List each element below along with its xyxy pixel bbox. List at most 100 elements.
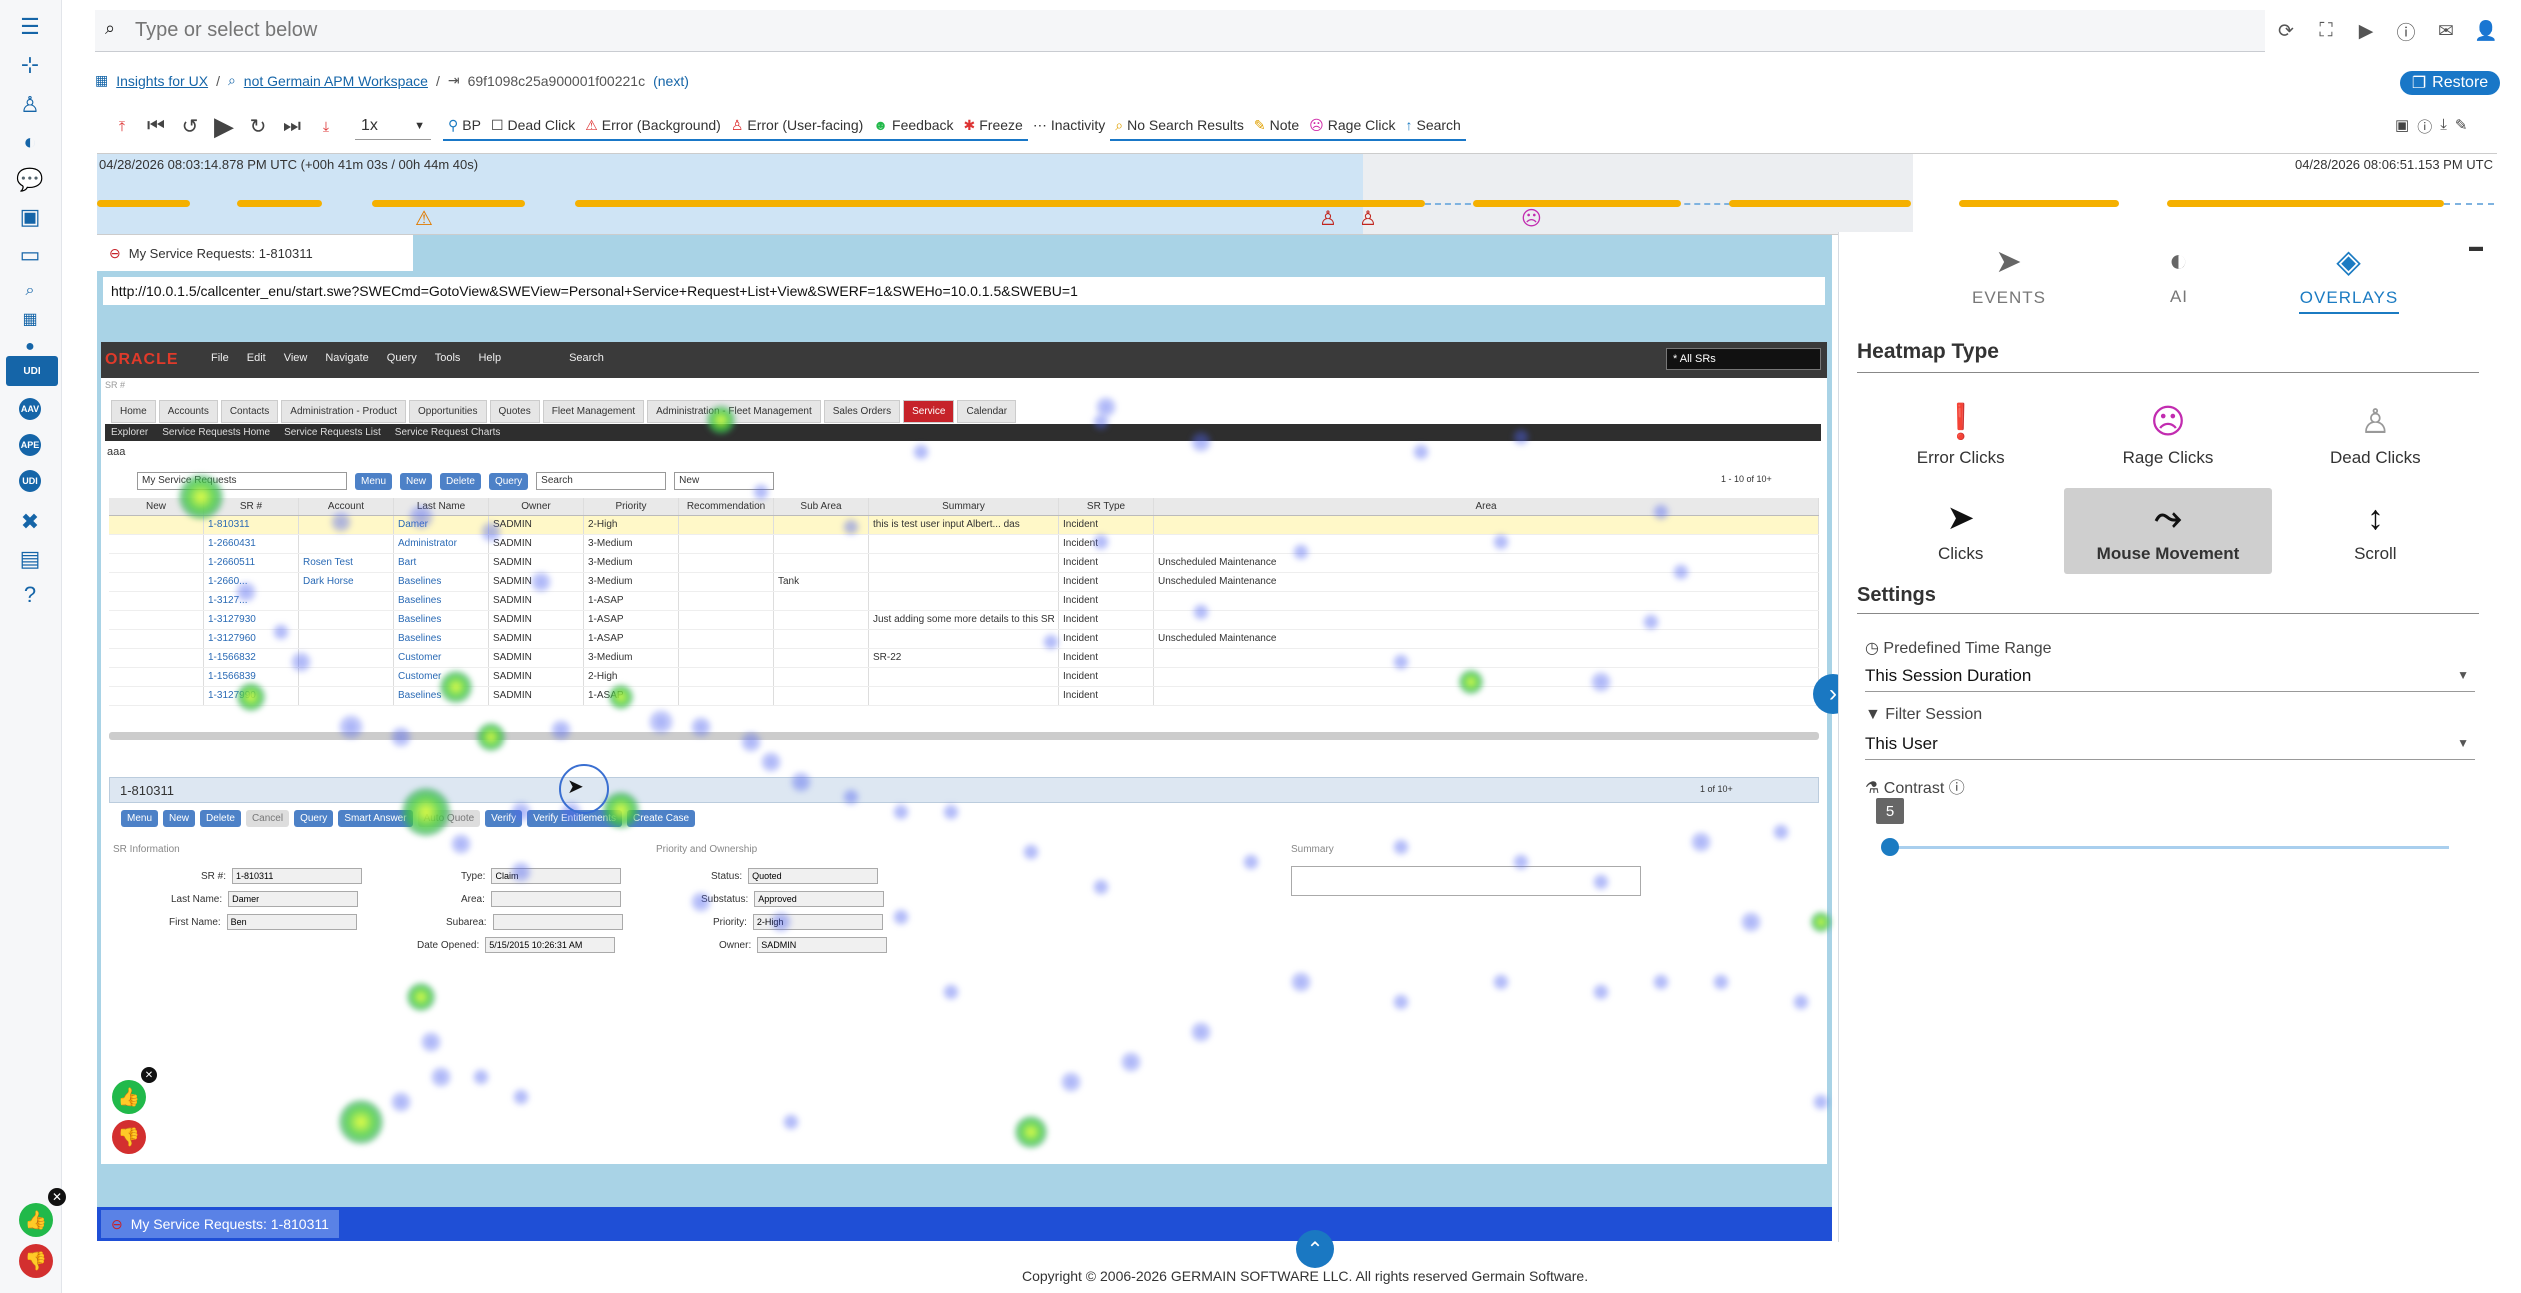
minimize-icon[interactable]: ▬ — [2469, 238, 2483, 254]
forward-icon[interactable]: ↻ — [241, 111, 275, 141]
breadcrumb-insights[interactable]: Insights for UX — [116, 73, 208, 89]
heatmap-rage-clicks[interactable]: ☹ Rage Clicks — [2064, 392, 2271, 478]
play-circle-icon[interactable]: ▶ — [2350, 16, 2382, 46]
inbox-icon[interactable]: ✉ — [2430, 16, 2462, 46]
table-row[interactable]: 1-1566839 Customer SADMIN 2-High Incident — [109, 668, 1819, 687]
table-row[interactable]: 1-810311 Damer SADMIN 2-High this is test us… — [109, 516, 1819, 535]
filter-error-background[interactable]: ⚠ Error (Background) — [580, 111, 726, 141]
close-icon[interactable]: ✕ — [48, 1188, 66, 1206]
table-cell: SADMIN — [489, 516, 584, 534]
user-error-icon[interactable]: ♙ — [1359, 206, 1377, 231]
heatmap-scroll[interactable]: ↕ Scroll — [2272, 488, 2479, 574]
download-icon[interactable]: ⤓ — [2440, 116, 2447, 137]
brain-icon[interactable]: ◐ — [13, 125, 47, 159]
table-row[interactable]: 1-3127930 Baselines SADMIN 1-ASAP Just addin… — [109, 611, 1819, 630]
filter-feedback[interactable]: ☻ Feedback — [868, 111, 959, 141]
table-row[interactable]: 1-2660511 Rosen Test Bart SADMIN 3-Medium Inc… — [109, 554, 1819, 573]
table-row[interactable]: 1-3127990 Baselines SADMIN 1-ASAP Incident — [109, 687, 1819, 706]
user-flow-icon[interactable]: ♙ — [13, 88, 47, 122]
refresh-icon[interactable]: ⟳ — [2270, 16, 2302, 46]
filter-no-search-results[interactable]: ⌕ No Search Results — [1110, 111, 1249, 141]
close-icon[interactable]: ✕ — [141, 1067, 157, 1083]
udi-nav-icon[interactable]: UDI — [19, 470, 41, 492]
search-input[interactable] — [135, 16, 2135, 44]
table-row[interactable]: 1-3127960 Baselines SADMIN 1-ASAP Incident Un… — [109, 630, 1819, 649]
heatmap-point — [1393, 839, 1409, 855]
search-bar[interactable]: ⌕ — [95, 10, 2265, 52]
thumbs-up-icon[interactable]: 👍 — [19, 1203, 53, 1237]
play-button[interactable]: ▶ — [207, 111, 241, 141]
filter-freeze[interactable]: ✱ Freeze — [958, 111, 1028, 141]
filter-bp[interactable]: ⚲ BP — [443, 111, 486, 141]
activity-segment — [2167, 200, 2444, 207]
contrast-slider-track[interactable] — [1889, 846, 2449, 849]
monitor-icon[interactable]: ▭ — [13, 238, 47, 272]
filter-session-select[interactable]: This User ▼ — [1865, 734, 2475, 760]
table-cell: Incident — [1059, 630, 1154, 648]
tools-icon[interactable]: ✖ — [13, 505, 47, 539]
help-icon[interactable]: ? — [13, 578, 47, 612]
table-row[interactable]: 1-2660... Dark Horse Baselines SADMIN 3-Medi… — [109, 573, 1819, 592]
hamburger-menu-icon[interactable]: ☰ — [13, 10, 47, 44]
save-icon[interactable]: ▣ — [13, 200, 47, 234]
thumbs-down-icon[interactable]: 👎 — [112, 1120, 146, 1154]
ux-nav-icon[interactable]: UDI — [6, 356, 58, 386]
warning-icon[interactable]: ⚠ — [415, 206, 433, 231]
search-arrow-icon: ↑ — [1405, 117, 1413, 133]
skip-end-event-icon[interactable]: ⤓ — [309, 111, 343, 141]
heatmap-clicks[interactable]: ➤ Clicks — [1857, 488, 2064, 574]
table-cell: Incident — [1059, 592, 1154, 610]
thumbs-up-icon[interactable]: 👍 — [112, 1080, 146, 1114]
info-icon[interactable]: ⓘ — [2417, 116, 2432, 137]
speed-select[interactable]: 1x ▼ — [355, 112, 431, 140]
heatmap-mouse-movement[interactable]: ⤳ Mouse Movement — [2064, 488, 2272, 574]
rewind-icon[interactable]: ↺ — [173, 111, 207, 141]
brain-icon: ◐ — [2168, 242, 2190, 278]
copyright: Copyright © 2006-2026 GERMAIN SOFTWARE L… — [1022, 1268, 1589, 1284]
info-icon[interactable]: ⓘ — [2390, 16, 2422, 46]
filter-rage-click[interactable]: ☹ Rage Click — [1304, 111, 1401, 141]
ape-nav-icon[interactable]: APE — [19, 434, 41, 456]
table-row[interactable]: 1-3127... Baselines SADMIN 1-ASAP Incident — [109, 592, 1819, 611]
heatmap-dead-clicks[interactable]: ♙ Dead Clicks — [2272, 392, 2479, 478]
contrast-slider-thumb[interactable] — [1881, 838, 1899, 856]
chat-icon[interactable]: 💬 — [13, 163, 47, 197]
filter-note[interactable]: ✎ Note — [1248, 111, 1305, 141]
skip-forward-icon[interactable]: ⏭ — [275, 111, 309, 141]
user-icon[interactable]: 👤 — [2470, 16, 2502, 46]
filter-dead-click[interactable]: ☐ Dead Click — [485, 111, 581, 141]
scroll-up-arrow-icon[interactable]: ⌃ — [1296, 1230, 1334, 1268]
tab-ai[interactable]: ◐ AI — [2129, 242, 2229, 314]
heatmap-error-clicks[interactable]: ❗ Error Clicks — [1857, 392, 2064, 478]
session-timeline[interactable]: 04/28/2026 08:03:14.878 PM UTC (+00h 41m… — [97, 153, 2497, 235]
horizontal-scrollbar[interactable] — [109, 732, 1819, 740]
aav-nav-icon[interactable]: AAV — [19, 398, 41, 420]
table-cell: 1-3127... — [204, 592, 299, 610]
table-cell: Baselines — [394, 592, 489, 610]
tab-overlays[interactable]: ◈ OVERLAYS — [2299, 242, 2399, 314]
book-icon[interactable]: ▤ — [13, 542, 47, 576]
time-range-select[interactable]: This Session Duration ▼ — [1865, 666, 2475, 692]
table-row[interactable]: 1-2660431 Administrator SADMIN 3-Medium Inci… — [109, 535, 1819, 554]
breadcrumb-workspace[interactable]: not Germain APM Workspace — [244, 73, 428, 89]
edit-icon[interactable]: ✎ — [2455, 116, 2468, 137]
replay-page-tab[interactable]: ⊖ My Service Requests: 1-810311 — [101, 1210, 339, 1238]
filter-search[interactable]: ↑ Search — [1400, 111, 1466, 141]
rage-icon[interactable]: ☹ — [1521, 206, 1542, 231]
skip-start-event-icon[interactable]: ⤒ — [105, 111, 139, 141]
user-error-icon[interactable]: ♙ — [1319, 206, 1337, 231]
table-row[interactable]: 1-1566832 Customer SADMIN 3-Medium SR-22 Inci… — [109, 649, 1819, 668]
filter-inactivity[interactable]: ⋯ Inactivity — [1028, 111, 1110, 141]
table-cell — [774, 535, 869, 553]
table-cell: Incident — [1059, 516, 1154, 534]
next-session-link[interactable]: (next) — [653, 73, 689, 89]
thumbs-down-icon[interactable]: 👎 — [19, 1244, 53, 1278]
heatmap-point — [943, 804, 959, 820]
restore-button[interactable]: ❐ Restore — [2400, 71, 2500, 95]
filter-error-user-facing[interactable]: ♙ Error (User-facing) — [725, 111, 869, 141]
fullscreen-icon[interactable]: ⛶ — [2310, 16, 2342, 46]
skip-back-icon[interactable]: ⏮ — [139, 111, 173, 141]
tab-events[interactable]: ➤ EVENTS — [1959, 242, 2059, 314]
save-icon[interactable]: ▣ — [2395, 116, 2409, 137]
sitemap-icon[interactable]: ⊹ — [13, 48, 47, 82]
